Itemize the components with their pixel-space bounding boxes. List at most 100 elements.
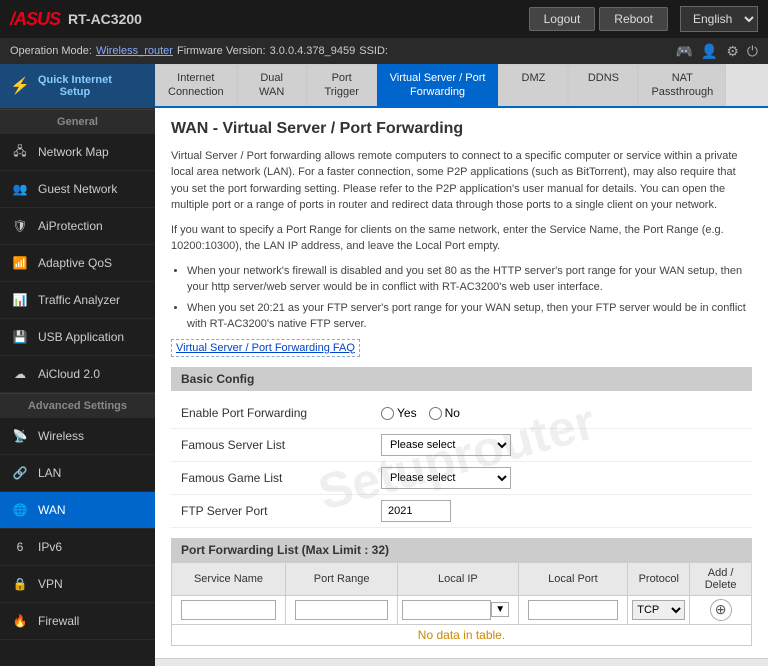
sidebar-item-aiprotection[interactable]: 🛡 AiProtection <box>0 208 155 245</box>
sidebar-label-wan: WAN <box>38 503 66 517</box>
sidebar: ⚡ Quick InternetSetup General 🖧 Network … <box>0 64 155 666</box>
basic-config-header: Basic Config <box>171 367 752 391</box>
sidebar-item-guest-network[interactable]: 👥 Guest Network <box>0 171 155 208</box>
enable-pf-row: Enable Port Forwarding Yes No <box>171 399 752 429</box>
ssid-label: SSID: <box>359 45 388 57</box>
local-ip-input[interactable] <box>402 600 491 620</box>
radio-yes-label[interactable]: Yes <box>381 406 417 420</box>
col-service-name: Service Name <box>172 562 286 595</box>
op-mode-label: Operation Mode: <box>10 45 92 57</box>
local-ip-dropdown[interactable]: ▼ <box>491 602 509 617</box>
no-data-row: No data in table. <box>172 624 752 645</box>
user-icon: 👤 <box>701 43 718 60</box>
pf-table: Service Name Port Range Local IP Local P… <box>171 562 752 646</box>
wireless-icon: 📡 <box>10 426 30 446</box>
bullet-item-2: When you set 20:21 as your FTP server's … <box>187 300 752 333</box>
sidebar-item-lan[interactable]: 🔗 LAN <box>0 455 155 492</box>
firmware-label: Firmware Version: <box>177 45 266 57</box>
col-protocol: Protocol <box>628 562 690 595</box>
adaptive-qos-icon: 📶 <box>10 253 30 273</box>
ftp-port-input[interactable] <box>381 500 451 522</box>
sidebar-item-traffic-analyzer[interactable]: 📊 Traffic Analyzer <box>0 282 155 319</box>
sidebar-label-wireless: Wireless <box>38 429 84 443</box>
reboot-button[interactable]: Reboot <box>599 7 668 31</box>
aicloud-icon: ☁ <box>10 364 30 384</box>
sidebar-item-vpn[interactable]: 🔒 VPN <box>0 566 155 603</box>
sidebar-item-ipv6[interactable]: 6 IPv6 <box>0 529 155 566</box>
ftp-port-row: FTP Server Port <box>171 495 752 528</box>
no-data-text: No data in table. <box>172 624 752 645</box>
top-buttons: Logout Reboot English <box>529 6 758 32</box>
vpn-icon: 🔒 <box>10 574 30 594</box>
logo-area: /ASUS RT-AC3200 <box>10 9 529 30</box>
ipv6-icon: 6 <box>10 537 30 557</box>
sidebar-item-wan[interactable]: 🌐 WAN <box>0 492 155 529</box>
col-add-delete: Add / Delete <box>690 562 752 595</box>
famous-server-label: Famous Server List <box>181 438 381 452</box>
local-port-input[interactable] <box>528 600 619 620</box>
radio-no-label[interactable]: No <box>429 406 460 420</box>
add-button[interactable]: ⊕ <box>710 599 732 621</box>
apply-bar: Apply <box>155 658 768 666</box>
protocol-select[interactable]: TCP UDP BOTH <box>632 600 685 620</box>
sidebar-item-network-map[interactable]: 🖧 Network Map <box>0 134 155 171</box>
description-2: If you want to specify a Port Range for … <box>171 222 752 255</box>
firewall-icon: 🔥 <box>10 611 30 631</box>
traffic-analyzer-icon: 📊 <box>10 290 30 310</box>
wan-icon: 🌐 <box>10 500 30 520</box>
tab-dmz[interactable]: DMZ <box>498 64 568 106</box>
sidebar-item-firewall[interactable]: 🔥 Firewall <box>0 603 155 640</box>
tab-ddns[interactable]: DDNS <box>568 64 638 106</box>
ftp-port-label: FTP Server Port <box>181 504 381 518</box>
tab-dual-wan[interactable]: DualWAN <box>237 64 307 106</box>
quick-setup-icon: ⚡ <box>10 76 30 96</box>
sidebar-label-vpn: VPN <box>38 577 63 591</box>
port-range-input[interactable] <box>295 600 388 620</box>
sidebar-label-adaptive-qos: Adaptive QoS <box>38 256 112 270</box>
aiprotection-icon: 🛡 <box>10 216 30 236</box>
col-local-port: Local Port <box>518 562 628 595</box>
tab-nat-passthrough[interactable]: NATPassthrough <box>638 64 726 106</box>
radio-no[interactable] <box>429 407 442 420</box>
power-icon: ⏻ <box>747 43 758 60</box>
yes-text: Yes <box>397 406 417 420</box>
op-bar: Operation Mode: Wireless_router Firmware… <box>0 38 768 64</box>
sidebar-item-usb-application[interactable]: 💾 USB Application <box>0 319 155 356</box>
firmware-value: 3.0.0.4.378_9459 <box>270 45 356 57</box>
settings-icon: ⚙ <box>726 43 739 60</box>
gamepad-icon: 🎮 <box>675 43 692 60</box>
sidebar-label-aicloud: AiCloud 2.0 <box>38 367 100 381</box>
service-name-input[interactable] <box>181 600 276 620</box>
faq-link[interactable]: Virtual Server / Port Forwarding FAQ <box>171 339 360 357</box>
lan-icon: 🔗 <box>10 463 30 483</box>
ftp-port-control <box>381 500 451 522</box>
sidebar-item-aicloud[interactable]: ☁ AiCloud 2.0 <box>0 356 155 393</box>
language-select[interactable]: English <box>680 6 758 32</box>
tabs-bar: InternetConnection DualWAN PortTrigger V… <box>155 64 768 108</box>
no-text: No <box>445 406 460 420</box>
guest-network-icon: 👥 <box>10 179 30 199</box>
main-layout: ⚡ Quick InternetSetup General 🖧 Network … <box>0 64 768 666</box>
sidebar-item-wireless[interactable]: 📡 Wireless <box>0 418 155 455</box>
network-map-icon: 🖧 <box>10 142 30 162</box>
famous-game-control: Please select <box>381 467 511 489</box>
tab-virtual-server[interactable]: Virtual Server / PortForwarding <box>377 64 499 106</box>
description-1: Virtual Server / Port forwarding allows … <box>171 148 752 214</box>
tab-internet-connection[interactable]: InternetConnection <box>155 64 237 106</box>
famous-game-select[interactable]: Please select <box>381 467 511 489</box>
quick-setup-label: Quick InternetSetup <box>38 74 112 98</box>
usb-application-icon: 💾 <box>10 327 30 347</box>
tab-port-trigger[interactable]: PortTrigger <box>307 64 377 106</box>
sidebar-label-firewall: Firewall <box>38 614 79 628</box>
bullet-list: When your network's firewall is disabled… <box>187 263 752 333</box>
sidebar-label-usb-application: USB Application <box>38 330 124 344</box>
sidebar-item-quick-setup[interactable]: ⚡ Quick InternetSetup <box>0 64 155 109</box>
famous-game-row: Famous Game List Please select <box>171 462 752 495</box>
op-icons: 🎮 👤 ⚙ ⏻ <box>675 43 758 60</box>
radio-yes[interactable] <box>381 407 394 420</box>
op-mode-value[interactable]: Wireless_router <box>96 45 173 57</box>
logout-button[interactable]: Logout <box>529 7 596 31</box>
sidebar-item-adaptive-qos[interactable]: 📶 Adaptive QoS <box>0 245 155 282</box>
famous-server-select[interactable]: Please select <box>381 434 511 456</box>
enable-pf-control: Yes No <box>381 406 460 420</box>
